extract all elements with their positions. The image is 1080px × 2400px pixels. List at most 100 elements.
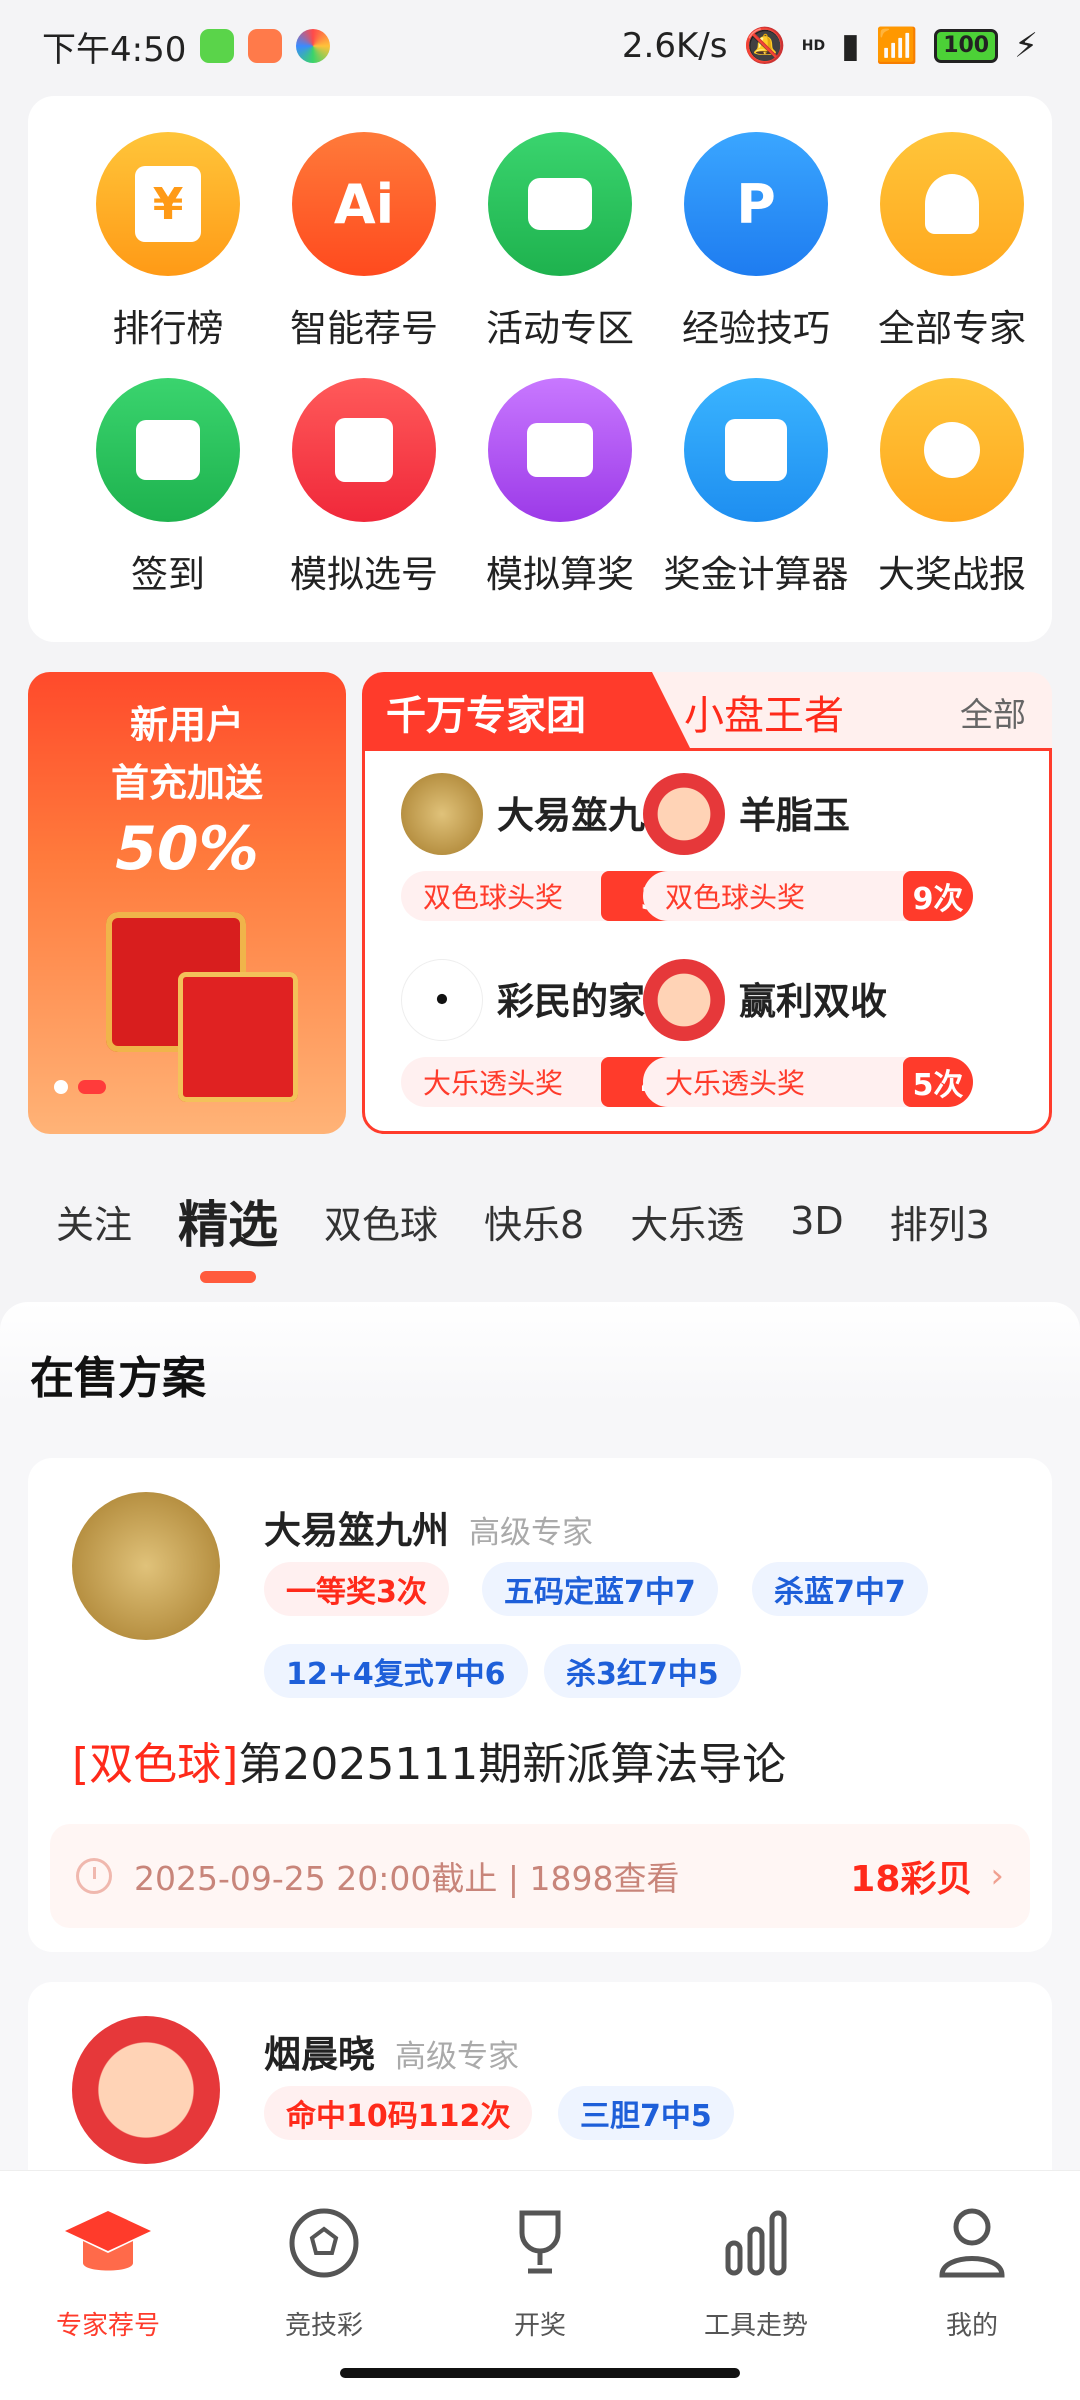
avatar — [401, 773, 483, 855]
tab-dlt[interactable]: 大乐透 — [630, 1194, 744, 1249]
all-experts-link[interactable]: 全部 — [960, 672, 1026, 752]
grid-item-ai-recommend[interactable]: Ai 智能荐号 — [266, 132, 462, 372]
avatar — [72, 1492, 220, 1640]
grid-item-prize-report[interactable]: 大奖战报 — [854, 378, 1050, 618]
banner-line2: 首充加送 — [110, 761, 263, 805]
expert-level: 高级专家 — [395, 2039, 519, 2075]
grid-item-checkin[interactable]: 签到 — [70, 378, 266, 618]
trophy-icon — [494, 2197, 586, 2289]
user-icon — [926, 2197, 1018, 2289]
expert-award-badge: 双色球头奖 9次 — [643, 871, 973, 921]
plan-card[interactable]: 大易筮九州 高级专家 一等奖3次 五码定蓝7中7 杀蓝7中7 12+4复式7中6 … — [28, 1458, 1052, 1952]
expert-panel: 千万专家团 小盘王者 全部 大易筮九州 双色球头奖3次 羊脂玉 双色球头奖9次 … — [362, 672, 1052, 1134]
status-bar: 下午4:50 2.6K/s 🔕 HD ▮ 📶 100 ⚡ — [0, 0, 1080, 92]
plan-meta: 2025-09-25 20:00截止 | 1898查看 18彩贝 › — [50, 1824, 1030, 1928]
award-label: 大乐透头奖 — [665, 1067, 806, 1100]
home-indicator[interactable] — [340, 2368, 740, 2378]
award-count: 5次 — [903, 1057, 973, 1107]
ai-icon: Ai — [292, 132, 436, 276]
carousel-dot — [54, 1080, 68, 1094]
select-icon — [292, 378, 436, 522]
achievement-chip: 五码定蓝7中7 — [482, 1562, 718, 1616]
tab-small-king[interactable]: 小盘王者 — [684, 672, 844, 752]
status-time: 下午4:50 — [42, 29, 187, 70]
expert-name: 大易筮九州 — [264, 1509, 449, 1552]
tab-follow[interactable]: 关注 — [56, 1194, 132, 1249]
plan-title: [双色球]第2025111期新派算法导论 — [72, 1728, 786, 1792]
tab-pl3[interactable]: 排列3 — [890, 1194, 990, 1249]
carousel-dot-active — [78, 1080, 106, 1094]
expert-name-row: 烟晨晓 高级专家 — [264, 2024, 519, 2078]
grid-label: 大奖战报 — [878, 553, 1026, 596]
hd-signal-icon: HD — [801, 38, 826, 54]
calendar-icon — [96, 378, 240, 522]
tabbar-mine[interactable]: 我的 — [872, 2197, 1072, 2342]
plan-price: 18彩贝 — [850, 1859, 973, 1900]
expert-level: 高级专家 — [469, 1515, 593, 1551]
app-notification-icon — [248, 29, 283, 63]
award-label: 大乐透头奖 — [423, 1067, 564, 1100]
chevron-right-icon: › — [990, 1856, 1004, 1896]
expert-item[interactable]: 赢利双收 大乐透头奖 5次 — [607, 937, 973, 1107]
ranking-icon: ¥ — [96, 132, 240, 276]
achievement-chip: 杀蓝7中7 — [752, 1562, 928, 1616]
graduation-cap-icon — [62, 2197, 154, 2289]
tabbar-sports[interactable]: 竞技彩 — [224, 2197, 424, 2342]
grid-label: 全部专家 — [878, 307, 1026, 350]
tab-label: 开奖 — [513, 2311, 566, 2341]
soccer-ball-icon — [278, 2197, 370, 2289]
grid-item-all-experts[interactable]: 全部专家 — [854, 132, 1050, 372]
grid-item-activities[interactable]: 活动专区 — [462, 132, 658, 372]
promo-banner[interactable]: 新用户 首充加送 50% — [28, 672, 346, 1134]
avatar — [643, 959, 725, 1041]
tab-million-experts[interactable]: 千万专家团 — [362, 672, 692, 752]
tabbar-expert-recommend[interactable]: 专家荐号 — [8, 2197, 208, 2342]
monitor-icon — [488, 378, 632, 522]
tab-kl8[interactable]: 快乐8 — [484, 1194, 584, 1249]
tab-label: 竞技彩 — [284, 2311, 363, 2341]
avatar: ⚫ — [401, 959, 483, 1041]
grid-item-ranking[interactable]: ¥ 排行榜 — [70, 132, 266, 372]
tabbar-draw[interactable]: 开奖 — [440, 2197, 640, 2342]
app-notification-icon — [296, 29, 331, 63]
grid-label: 模拟算奖 — [486, 553, 634, 596]
grid-item-calculator[interactable]: 奖金计算器 — [658, 378, 854, 618]
expert-tabbar: 千万专家团 小盘王者 全部 — [362, 672, 1052, 752]
grid-item-tips[interactable]: P 经验技巧 — [658, 132, 854, 372]
tabbar-tools[interactable]: 工具走势 — [656, 2197, 856, 2342]
tab-ssq[interactable]: 双色球 — [324, 1194, 438, 1249]
tips-icon: P — [684, 132, 828, 276]
carousel-dots — [54, 1080, 106, 1094]
expert-item[interactable]: 羊脂玉 双色球头奖 9次 — [607, 751, 973, 921]
wifi-icon: 📶 — [875, 26, 919, 66]
battery-icon: 100 — [934, 29, 999, 63]
charging-icon: ⚡ — [1014, 26, 1038, 66]
grid-label: 签到 — [131, 553, 205, 596]
award-label: 双色球头奖 — [665, 881, 806, 914]
grid-item-mock-prize[interactable]: 模拟算奖 — [462, 378, 658, 618]
calculator-icon — [684, 378, 828, 522]
tab-label: 我的 — [945, 2311, 998, 2341]
award-label: 双色球头奖 — [423, 881, 564, 914]
expert-name: 赢利双收 — [739, 980, 887, 1023]
app-notification-icon — [200, 29, 235, 63]
plan-deadline: 2025-09-25 20:00截止 | 1898查看 — [134, 1859, 680, 1898]
category-tabs: 关注 精选 双色球 快乐8 大乐透 3D 排列3 — [0, 1176, 1080, 1283]
expert-name: 羊脂玉 — [739, 794, 850, 837]
mute-icon: 🔕 — [743, 26, 786, 66]
tab-3d[interactable]: 3D — [790, 1199, 843, 1243]
grid-label: 模拟选号 — [290, 553, 438, 596]
plan-title-text: 第2025111期新派算法导论 — [238, 1739, 787, 1790]
clock-icon — [76, 1858, 112, 1894]
achievement-chip: 一等奖3次 — [264, 1562, 449, 1616]
tab-label: 专家荐号 — [55, 2311, 160, 2341]
section-title: 在售方案 — [30, 1353, 206, 1404]
tab-featured[interactable]: 精选 — [178, 1185, 278, 1283]
achievement-chip: 命中10码112次 — [264, 2086, 533, 2140]
medal-icon — [880, 378, 1024, 522]
grid-label: 智能荐号 — [290, 307, 438, 350]
grid-item-mock-select[interactable]: 模拟选号 — [266, 378, 462, 618]
achievement-chip: 杀3红7中5 — [544, 1644, 741, 1698]
chat-icon — [488, 132, 632, 276]
avatar — [72, 2016, 220, 2164]
